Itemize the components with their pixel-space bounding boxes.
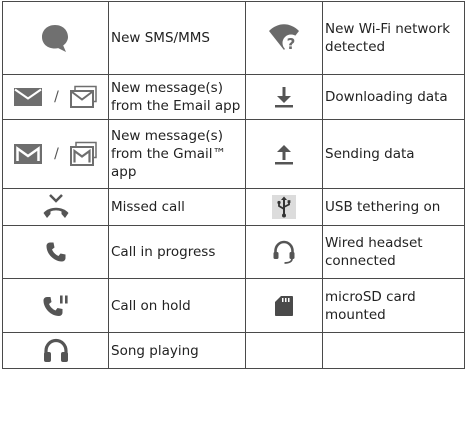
empty-icon-cell: [245, 332, 323, 369]
table-row: / New message(s) from the Email app Down…: [2, 74, 465, 120]
icon-description: New Wi-Fi network detected: [325, 21, 451, 55]
icon-cell: [2, 225, 109, 279]
description-cell: Missed call: [108, 188, 246, 226]
icon-description: New SMS/MMS: [111, 30, 210, 46]
phone-handset-icon: [46, 242, 65, 262]
download-arrow-icon: [275, 87, 293, 108]
description-cell: Wired headset connected: [322, 225, 465, 279]
description-cell: Downloading data: [322, 74, 465, 120]
email-envelope-outline-icon: [69, 85, 97, 108]
icon-description: Call in progress: [111, 244, 216, 260]
missed-call-icon: [43, 194, 68, 218]
icon-cell: [245, 119, 323, 189]
icon-description: Sending data: [325, 146, 415, 162]
notification-icons-table: New SMS/MMS ? New Wi-Fi network detected…: [2, 1, 465, 369]
chat-bubble-icon: [41, 25, 68, 52]
icon-cell: [245, 225, 323, 279]
icon-description: New message(s) from the Gmail™ app: [111, 128, 227, 180]
icon-cell: [245, 74, 323, 120]
icon-description: Song playing: [111, 342, 199, 359]
table-row: Call on hold microSD card mounted: [2, 278, 465, 333]
icon-description: Downloading data: [325, 89, 448, 105]
icon-description: microSD card mounted: [325, 288, 416, 323]
icon-description: Wired headset connected: [325, 235, 423, 269]
usb-icon: [272, 195, 296, 219]
icon-cell: [2, 278, 109, 333]
icon-cell: /: [2, 119, 109, 189]
gmail-icon: [14, 144, 43, 164]
description-cell: New SMS/MMS: [108, 1, 246, 75]
email-envelope-icon: [14, 88, 43, 106]
icon-description: New message(s) from the Email app: [111, 80, 241, 114]
svg-text:?: ?: [287, 35, 296, 53]
gmail-outline-icon: [69, 141, 97, 166]
icon-cell: [2, 188, 109, 226]
icon-cell: ?: [245, 1, 323, 75]
headset-icon: [273, 240, 295, 264]
description-cell: Song playing: [108, 332, 246, 369]
icon-cell: [245, 278, 323, 333]
table-row: Song playing: [2, 332, 465, 369]
table-row: / New message(s) from the Gmail™ app Sen…: [2, 119, 465, 189]
icon-cell: [2, 332, 109, 369]
call-on-hold-icon: [43, 295, 68, 316]
icon-cell: /: [2, 74, 109, 120]
headphones-icon: [43, 338, 68, 362]
icon-description: USB tethering on: [325, 199, 441, 215]
upload-arrow-icon: [275, 145, 293, 165]
table-row: New SMS/MMS ? New Wi-Fi network detected: [2, 1, 465, 75]
description-cell: Sending data: [322, 119, 465, 189]
description-cell: New Wi-Fi network detected: [322, 1, 465, 75]
icon-cell: [2, 1, 109, 75]
icon-separator: /: [54, 89, 59, 105]
description-cell: New message(s) from the Gmail™ app: [108, 119, 246, 189]
description-cell: microSD card mounted: [322, 278, 465, 333]
wifi-question-icon: ?: [269, 24, 300, 53]
empty-description-cell: [322, 332, 465, 369]
description-cell: Call on hold: [108, 278, 246, 333]
icon-description: Missed call: [111, 199, 185, 215]
description-cell: Call in progress: [108, 225, 246, 279]
description-cell: USB tethering on: [322, 188, 465, 226]
table-row: Call in progress Wired headset connected: [2, 225, 465, 279]
sd-card-icon: [275, 295, 293, 316]
icon-description: Call on hold: [111, 297, 191, 314]
table-row: Missed call USB tethering on: [2, 188, 465, 226]
icon-separator: /: [54, 146, 59, 162]
icon-cell: [245, 188, 323, 226]
description-cell: New message(s) from the Email app: [108, 74, 246, 120]
